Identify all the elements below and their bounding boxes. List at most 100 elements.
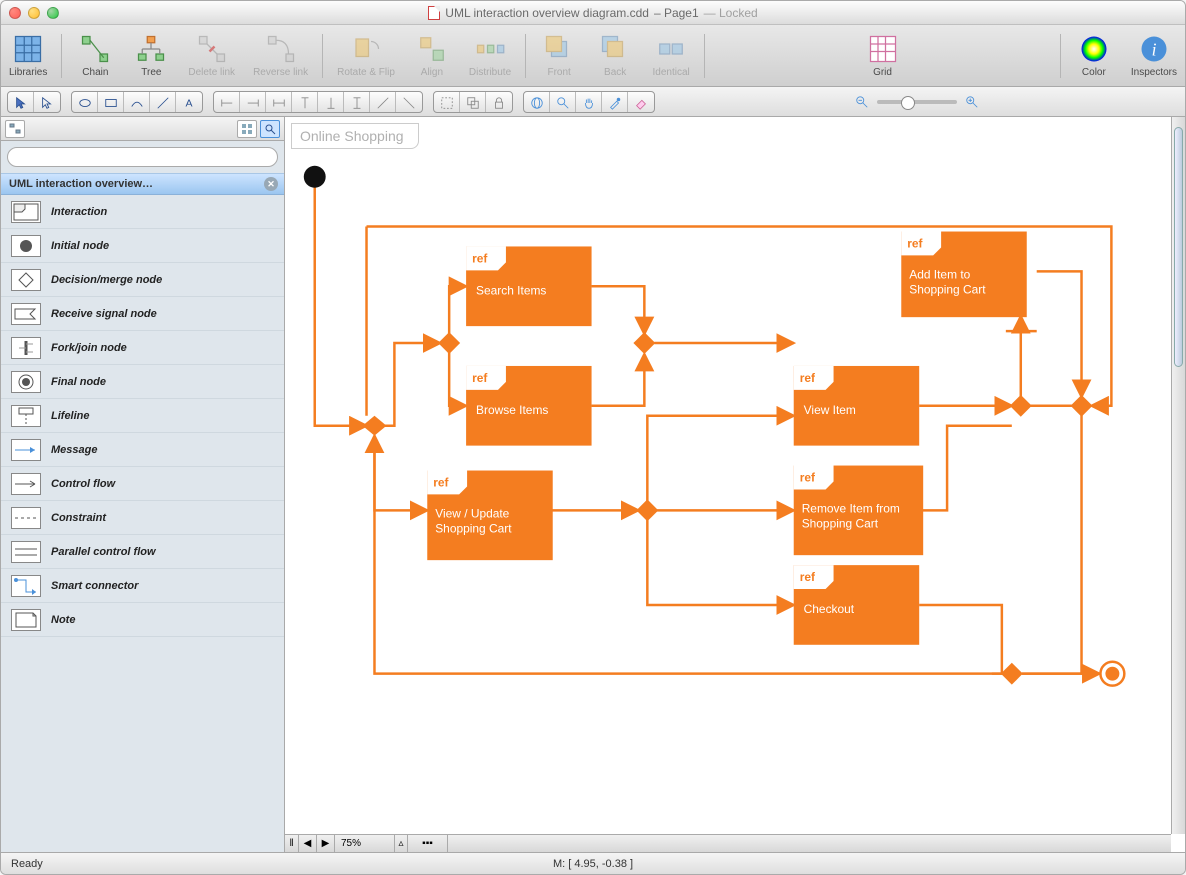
sidebar-tab-search[interactable] <box>260 120 280 138</box>
ungroup-tool[interactable] <box>460 92 486 113</box>
pointer-tool[interactable] <box>8 92 34 113</box>
svg-text:Browse Items: Browse Items <box>476 403 548 417</box>
titlebar: UML interaction overview diagram.cdd – P… <box>1 1 1185 25</box>
rotate-flip-button[interactable]: Rotate & Flip <box>337 34 395 78</box>
sidebar-tab-tree[interactable] <box>5 120 25 138</box>
view-tools-group <box>523 91 655 113</box>
svg-text:Search Items: Search Items <box>476 283 546 297</box>
lock-tool[interactable] <box>486 92 512 113</box>
sidebar-search-input[interactable] <box>7 147 278 167</box>
identical-button[interactable]: Identical <box>652 34 690 78</box>
chain-button[interactable]: Chain <box>76 34 114 78</box>
minimize-window-button[interactable] <box>28 7 40 19</box>
stencil-smart-connector[interactable]: Smart connector <box>1 569 284 603</box>
sidebar-tab-grid[interactable] <box>237 120 257 138</box>
node-checkout[interactable]: ref Checkout <box>794 565 919 645</box>
node-add-item[interactable]: ref Add Item toShopping Cart <box>901 232 1026 318</box>
node-remove-item[interactable]: ref Remove Item fromShopping Cart <box>794 466 923 556</box>
stencil-interaction[interactable]: Interaction <box>1 195 284 229</box>
node-initial[interactable] <box>304 166 326 188</box>
distribute-button[interactable]: Distribute <box>469 34 511 78</box>
zoom-stepper[interactable]: ▵ <box>395 835 408 852</box>
app-window: UML interaction overview diagram.cdd – P… <box>0 0 1186 875</box>
dim5-tool[interactable] <box>318 92 344 113</box>
group-tool[interactable] <box>434 92 460 113</box>
dim3-tool[interactable] <box>266 92 292 113</box>
page-prev[interactable]: ◀ <box>299 835 317 852</box>
select-tool[interactable] <box>34 92 60 113</box>
sidebar-library-header[interactable]: UML interaction overview… ✕ <box>1 173 284 195</box>
align-button[interactable]: Align <box>413 34 451 78</box>
locked-status: — Locked <box>704 6 758 20</box>
ellipse-tool[interactable] <box>72 92 98 113</box>
front-button[interactable]: Front <box>540 34 578 78</box>
page-tabs[interactable]: ▪▪▪ <box>408 835 448 852</box>
reverse-link-button[interactable]: Reverse link <box>253 34 308 78</box>
canvas[interactable]: Online Shopping <box>285 117 1185 852</box>
node-search-items[interactable]: ref Search Items <box>466 246 591 326</box>
zoom-in-icon[interactable] <box>965 95 979 109</box>
stencil-final-node[interactable]: Final node <box>1 365 284 399</box>
zoom-window-button[interactable] <box>47 7 59 19</box>
dimension-tools-group <box>213 91 423 113</box>
zoom-value[interactable]: 75% <box>335 835 395 852</box>
stencil-parallel-flow[interactable]: Parallel control flow <box>1 535 284 569</box>
connector-tool[interactable] <box>124 92 150 113</box>
node-view-item[interactable]: ref View Item <box>794 366 919 446</box>
close-window-button[interactable] <box>9 7 21 19</box>
stencil-lifeline[interactable]: Lifeline <box>1 399 284 433</box>
node-merge-view[interactable] <box>1010 395 1032 417</box>
node-merge-search-browse[interactable] <box>633 332 655 354</box>
delete-link-button[interactable]: Delete link <box>188 34 235 78</box>
eyedropper-tool[interactable] <box>602 92 628 113</box>
back-button[interactable]: Back <box>596 34 634 78</box>
node-final[interactable] <box>1100 662 1124 686</box>
grid-button[interactable]: Grid <box>864 34 902 78</box>
status-text: Ready <box>11 858 43 870</box>
close-library-icon[interactable]: ✕ <box>264 177 278 191</box>
libraries-button[interactable]: Libraries <box>9 34 47 78</box>
stencil-fork-join[interactable]: Fork/join node <box>1 331 284 365</box>
node-decision-main[interactable] <box>363 416 387 436</box>
globe-tool[interactable] <box>524 92 550 113</box>
eraser-tool[interactable] <box>628 92 654 113</box>
stencil-message[interactable]: Message <box>1 433 284 467</box>
vertical-scrollbar[interactable] <box>1171 117 1185 834</box>
node-merge-right[interactable] <box>1071 395 1093 417</box>
node-browse-items[interactable]: ref Browse Items <box>466 366 591 446</box>
dim1-tool[interactable] <box>214 92 240 113</box>
dim8-tool[interactable] <box>396 92 422 113</box>
pointer-tools-group <box>7 91 61 113</box>
grouping-tools-group <box>433 91 513 113</box>
horizontal-scrollbar[interactable]: ‖ ◀ ▶ 75% ▵ ▪▪▪ <box>285 834 1171 852</box>
dim7-tool[interactable] <box>370 92 396 113</box>
dim6-tool[interactable] <box>344 92 370 113</box>
stencil-note[interactable]: Note <box>1 603 284 637</box>
svg-text:ref: ref <box>472 251 487 265</box>
stencil-control-flow[interactable]: Control flow <box>1 467 284 501</box>
statusbar: Ready M: [ 4.95, -0.38 ] <box>1 852 1185 874</box>
stencil-initial-node[interactable]: Initial node <box>1 229 284 263</box>
hand-tool[interactable] <box>576 92 602 113</box>
stencil-decision-node[interactable]: Decision/merge node <box>1 263 284 297</box>
zoom-tool[interactable] <box>550 92 576 113</box>
dim2-tool[interactable] <box>240 92 266 113</box>
node-view-update-cart[interactable]: ref View / UpdateShopping Cart <box>427 471 552 561</box>
page-next[interactable]: ▶ <box>317 835 335 852</box>
node-decision-cart[interactable] <box>636 499 658 521</box>
dim4-tool[interactable] <box>292 92 318 113</box>
node-decision-search-browse[interactable] <box>438 332 460 354</box>
stencil-constraint[interactable]: Constraint <box>1 501 284 535</box>
hscroll-collapse[interactable]: ‖ <box>285 835 299 852</box>
tree-button[interactable]: Tree <box>132 34 170 78</box>
node-merge-bottom[interactable] <box>1001 663 1023 685</box>
svg-text:Checkout: Checkout <box>804 602 855 616</box>
text-tool[interactable]: A <box>176 92 202 113</box>
stencil-receive-signal[interactable]: Receive signal node <box>1 297 284 331</box>
color-button[interactable]: Color <box>1075 34 1113 78</box>
line-tool[interactable] <box>150 92 176 113</box>
rect-tool[interactable] <box>98 92 124 113</box>
inspectors-button[interactable]: iInspectors <box>1131 34 1177 78</box>
zoom-slider[interactable] <box>877 100 957 104</box>
zoom-out-icon[interactable] <box>855 95 869 109</box>
